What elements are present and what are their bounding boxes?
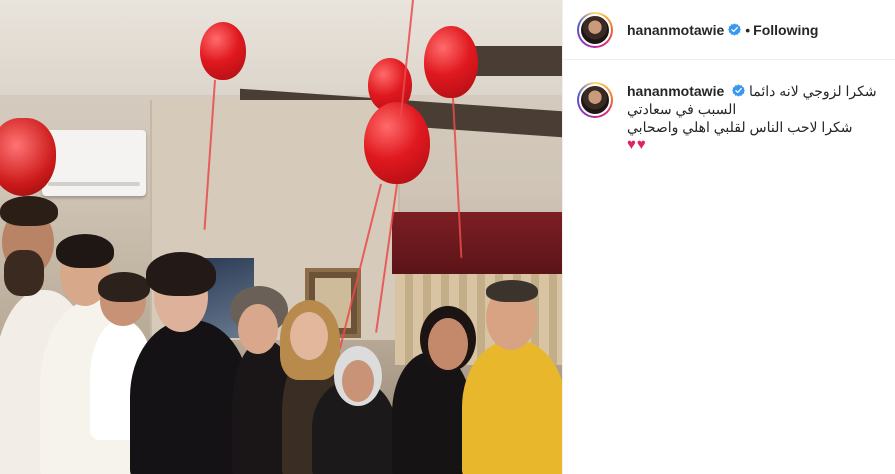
caption-comment: hananmotawie شكرا لزوجي لانه دائما السبب… xyxy=(577,82,887,154)
person-head xyxy=(238,304,278,354)
following-button[interactable]: Following xyxy=(753,22,818,38)
person-beard xyxy=(4,250,44,296)
person-head xyxy=(428,318,468,370)
person-hair xyxy=(0,196,58,226)
caption-text-line: شكرا لاحب الناس لقلبي اهلي واصحابي xyxy=(627,119,853,135)
person-hair xyxy=(56,234,114,268)
caption-text-line: السبب في سعادتي xyxy=(627,101,737,117)
person-head xyxy=(290,312,328,360)
separator-dot: • xyxy=(745,21,751,38)
heart-emoji: ♥♥ xyxy=(627,136,647,153)
instagram-post-modal: hananmotawie • Following hananmotawie شك… xyxy=(0,0,895,474)
caption-avatar[interactable] xyxy=(577,82,613,118)
person-hair xyxy=(146,252,216,296)
caption-text-line: شكرا لزوجي لانه دائما xyxy=(749,83,877,99)
balloon xyxy=(200,22,246,80)
photo-air-conditioner xyxy=(42,130,146,196)
person-figure xyxy=(392,352,472,474)
profile-avatar[interactable] xyxy=(577,11,613,48)
child-hair xyxy=(98,272,150,302)
post-side-panel: hananmotawie • Following hananmotawie شك… xyxy=(563,0,895,474)
person-hair xyxy=(486,280,538,302)
balloon xyxy=(424,26,478,98)
photo-ceiling-beam xyxy=(470,46,562,76)
caption-body: hananmotawie شكرا لزوجي لانه دائما السبب… xyxy=(627,82,877,154)
person-head xyxy=(342,360,374,402)
verified-badge-icon xyxy=(732,84,746,97)
post-photo[interactable] xyxy=(0,0,563,474)
verified-badge-icon xyxy=(728,23,742,36)
caption-username[interactable]: hananmotawie xyxy=(627,83,724,99)
username-link[interactable]: hananmotawie xyxy=(627,22,724,38)
photo-curtain-valance xyxy=(392,212,562,274)
balloon xyxy=(364,102,430,184)
post-header: hananmotawie • Following xyxy=(563,0,895,60)
person-figure xyxy=(462,340,562,474)
